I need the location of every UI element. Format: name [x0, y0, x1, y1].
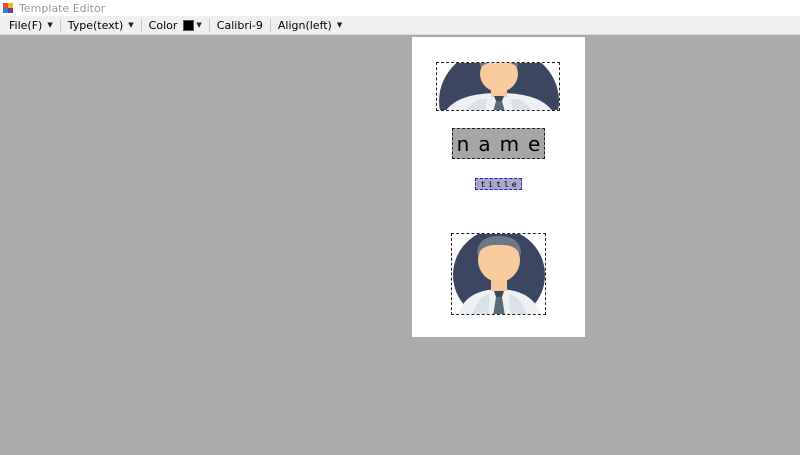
toolbar-separator — [140, 18, 142, 32]
toolbar: File(F) ▼ Type(text) ▼ Color ▼ Calibri-9… — [0, 16, 800, 35]
window-title: Template Editor — [19, 1, 106, 15]
font-label: Calibri-9 — [216, 18, 263, 32]
align-dropdown-button[interactable]: Align(left) ▼ — [275, 17, 345, 34]
dropdown-arrow-icon: ▼ — [196, 21, 202, 29]
dropdown-arrow-icon: ▼ — [128, 21, 134, 29]
title-bar: Template Editor — [0, 0, 800, 16]
type-dropdown-label: Type(text) — [67, 18, 124, 32]
file-menu-button[interactable]: File(F) ▼ — [6, 17, 56, 34]
align-dropdown-label: Align(left) — [277, 18, 332, 32]
toolbar-separator — [59, 18, 61, 32]
type-dropdown-button[interactable]: Type(text) ▼ — [65, 17, 137, 34]
title-text-field[interactable]: title — [475, 178, 522, 190]
person-avatar-icon — [453, 234, 545, 314]
color-label: Color — [148, 18, 178, 32]
toolbar-separator — [208, 18, 210, 32]
font-button[interactable]: Calibri-9 — [214, 17, 266, 34]
name-text-field[interactable]: name — [452, 128, 545, 159]
color-picker-button[interactable]: Color ▼ — [146, 17, 205, 34]
app-icon — [3, 3, 13, 13]
file-menu-label: File(F) — [9, 18, 43, 32]
workspace: name title — [0, 36, 800, 455]
toolbar-separator — [269, 18, 271, 32]
dropdown-arrow-icon: ▼ — [47, 21, 53, 29]
template-page[interactable]: name title — [412, 37, 585, 337]
bottom-image-placeholder[interactable] — [451, 233, 546, 315]
person-avatar-icon — [439, 63, 559, 110]
color-swatch — [183, 19, 195, 31]
dropdown-arrow-icon: ▼ — [336, 21, 343, 29]
top-image-placeholder[interactable] — [436, 62, 560, 111]
